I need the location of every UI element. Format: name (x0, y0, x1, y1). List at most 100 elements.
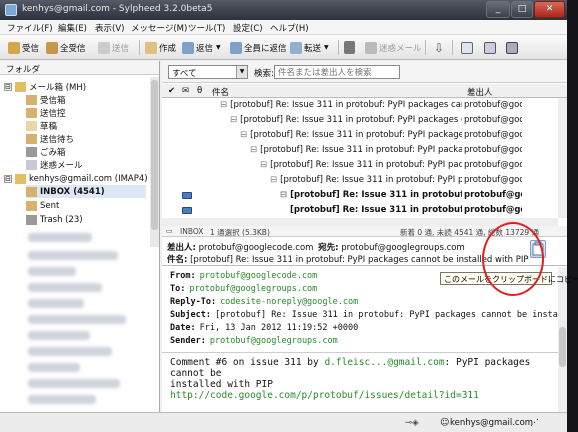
account-imap[interactable]: ⊟ kenhys@gmail.com (IMAP4) (4, 172, 148, 185)
thread-collapse-icon[interactable]: ⊟ (280, 190, 287, 200)
menu-view[interactable]: 表示(V) (95, 22, 124, 34)
subject-text: [protobuf] Re: Issue 311 in protobuf: Py… (280, 175, 462, 185)
summary-from-line: 差出人: protobuf@googlecode.com 宛先: protobu… (167, 241, 465, 253)
scroll-thumb[interactable] (559, 327, 566, 367)
account-mh[interactable]: ⊟ メール箱 (MH) (4, 80, 86, 93)
collapse-icon[interactable]: ⊟ (4, 82, 12, 91)
folder-drafts[interactable]: 草稿 (26, 119, 57, 132)
message-row[interactable]: [protobuf] Re: Issue 311 in protobuf: Py… (162, 204, 567, 217)
folder-junk[interactable]: 迷惑メール (26, 158, 83, 171)
message-from: protobuf@googlegroups.com (464, 175, 522, 185)
header-link[interactable]: codesite-noreply@google.com (220, 297, 358, 307)
mark-column-header[interactable]: ✉ (182, 86, 189, 96)
message-row[interactable]: ⊟[protobuf] Re: Issue 311 in protobuf: P… (162, 99, 567, 112)
folder-label: 受信箱 (40, 95, 66, 106)
status-bar: ⊸◈ ☺ kenhys@gmail.com ⋰ (0, 412, 567, 432)
folder-imap-sent[interactable]: Sent (26, 199, 59, 212)
collapse-icon[interactable]: ⊟ (4, 174, 12, 183)
send-label: 送信 (112, 43, 130, 54)
send-button[interactable]: 送信 (98, 40, 129, 55)
message-body-scrollbar[interactable] (558, 267, 567, 412)
folder-sent[interactable]: 送信控 (26, 106, 66, 119)
compose-button[interactable]: 作成 (145, 40, 176, 55)
folder-scrollbar[interactable] (150, 77, 159, 247)
filter-select[interactable]: すべて ▼ (168, 65, 248, 79)
menu-message[interactable]: メッセージ(M) (131, 22, 187, 34)
maximize-button[interactable]: □ (511, 1, 533, 18)
from-column-header[interactable]: 差出人 (467, 86, 493, 98)
online-toggle-icon[interactable]: ⊸◈ (405, 418, 419, 428)
menu-edit[interactable]: 編集(E) (58, 22, 87, 34)
resize-grip-icon: ⋰ (530, 418, 539, 428)
header-line: Subject: [protobuf] Re: Issue 311 in prot… (170, 310, 567, 320)
receive-all-button[interactable]: 全受信 (46, 40, 86, 55)
to-label: 宛先: (318, 243, 339, 253)
folder-imap-trash[interactable]: Trash (23) (26, 213, 83, 226)
mailbox-icon (15, 173, 26, 184)
header-link[interactable]: protobuf@googlegroups.com (189, 284, 317, 294)
thread-collapse-icon[interactable]: ⊟ (270, 175, 277, 185)
message-from: protobuf@googlegroups.com (464, 130, 522, 140)
forward-button[interactable]: 転送 ▼ (290, 40, 329, 55)
print-button[interactable] (484, 40, 498, 55)
status-account: kenhys@gmail.com (450, 418, 534, 428)
folder-trash[interactable]: ごみ箱 (26, 145, 66, 158)
body-line: Comment #6 on issue 311 by d.fleisc...@g… (170, 357, 530, 368)
delete-button[interactable] (344, 40, 357, 55)
body-url-link[interactable]: http://code.google.com/p/protobuf/issues… (170, 390, 479, 401)
reply-dropdown-icon[interactable]: ▼ (216, 44, 221, 51)
thread-collapse-icon[interactable]: ⊟ (240, 130, 247, 140)
thread-collapse-icon[interactable]: ⊟ (230, 115, 237, 125)
menu-tools[interactable]: ツール(T) (188, 22, 225, 34)
thread-collapse-icon[interactable]: ⊟ (260, 160, 267, 170)
compose-label: 作成 (159, 43, 177, 54)
attachment-column-header[interactable]: θ (197, 86, 202, 96)
chevron-down-icon[interactable]: ▼ (236, 66, 247, 78)
close-button[interactable]: ✕ (534, 1, 565, 18)
message-row[interactable]: ⊟[protobuf] Re: Issue 311 in protobuf: P… (162, 114, 567, 127)
thread-collapse-icon[interactable]: ⊟ (220, 100, 227, 110)
reply-all-button[interactable]: 全員に返信 (230, 40, 287, 55)
body-email-link[interactable]: d.fleisc...@gmail.com (324, 357, 444, 368)
message-row[interactable]: ⊟[protobuf] Re: Issue 311 in protobuf: P… (162, 189, 567, 202)
sent-folder-icon (26, 200, 37, 211)
junk-button[interactable]: 迷惑メール (365, 40, 422, 55)
subject-text: [protobuf] Re: Issue 311 in protobuf: Py… (230, 100, 462, 110)
status-selection: 1 通選択 (5.3KB) (210, 228, 270, 237)
message-row[interactable]: ⊟[protobuf] Re: Issue 311 in protobuf: P… (162, 174, 567, 187)
queue-folder-icon (26, 133, 37, 144)
flag-column-header[interactable]: ✔ (168, 86, 175, 96)
message-subject: [protobuf] Re: Issue 311 in protobuf: Py… (290, 205, 462, 215)
search-input[interactable] (274, 65, 400, 79)
trash-folder-icon (26, 146, 37, 157)
header-link[interactable]: protobuf@googlecode.com (200, 271, 318, 281)
menu-file[interactable]: ファイル(F) (7, 22, 53, 34)
subject-column-header[interactable]: 件名 (212, 86, 229, 98)
thread-collapse-icon[interactable]: ⊟ (250, 145, 257, 155)
header-link[interactable]: protobuf@googlegroups.com (210, 336, 338, 346)
body-line: installed with PIP (170, 379, 273, 390)
reply-button[interactable]: 返信 ▼ (182, 40, 221, 55)
scroll-thumb[interactable] (151, 80, 158, 230)
subject-text: [protobuf] Re: Issue 311 in protobuf: Py… (290, 190, 462, 200)
message-row[interactable]: ⊟[protobuf] Re: Issue 311 in protobuf: P… (162, 129, 567, 142)
message-row[interactable]: ⊟[protobuf] Re: Issue 311 in protobuf: P… (162, 144, 567, 157)
trash-folder-icon (26, 214, 37, 225)
from-label: 差出人: (167, 243, 196, 253)
minimize-button[interactable]: _ (486, 1, 510, 18)
stop-button[interactable] (506, 40, 520, 55)
message-subject: ⊟[protobuf] Re: Issue 311 in protobuf: P… (220, 100, 462, 110)
header-line: Reply-To: codesite-noreply@google.com (170, 297, 358, 307)
folder-queue[interactable]: 送信待ち (26, 132, 74, 145)
forward-dropdown-icon[interactable]: ▼ (324, 44, 329, 51)
body-text: : PyPI packages (444, 357, 531, 368)
folder-imap-inbox[interactable]: INBOX (4541) (26, 185, 146, 198)
search-button[interactable] (461, 40, 475, 55)
menu-settings[interactable]: 設定(C) (233, 22, 263, 34)
next-unread-button[interactable]: ⇩ (434, 40, 444, 55)
folder-inbox[interactable]: 受信箱 (26, 93, 66, 106)
receive-button[interactable]: 受信 (8, 40, 39, 55)
menu-help[interactable]: ヘルプ(H) (270, 22, 309, 34)
message-row[interactable]: ⊟[protobuf] Re: Issue 311 in protobuf: P… (162, 159, 567, 172)
body-text: Comment #6 on issue 311 by (170, 357, 325, 368)
